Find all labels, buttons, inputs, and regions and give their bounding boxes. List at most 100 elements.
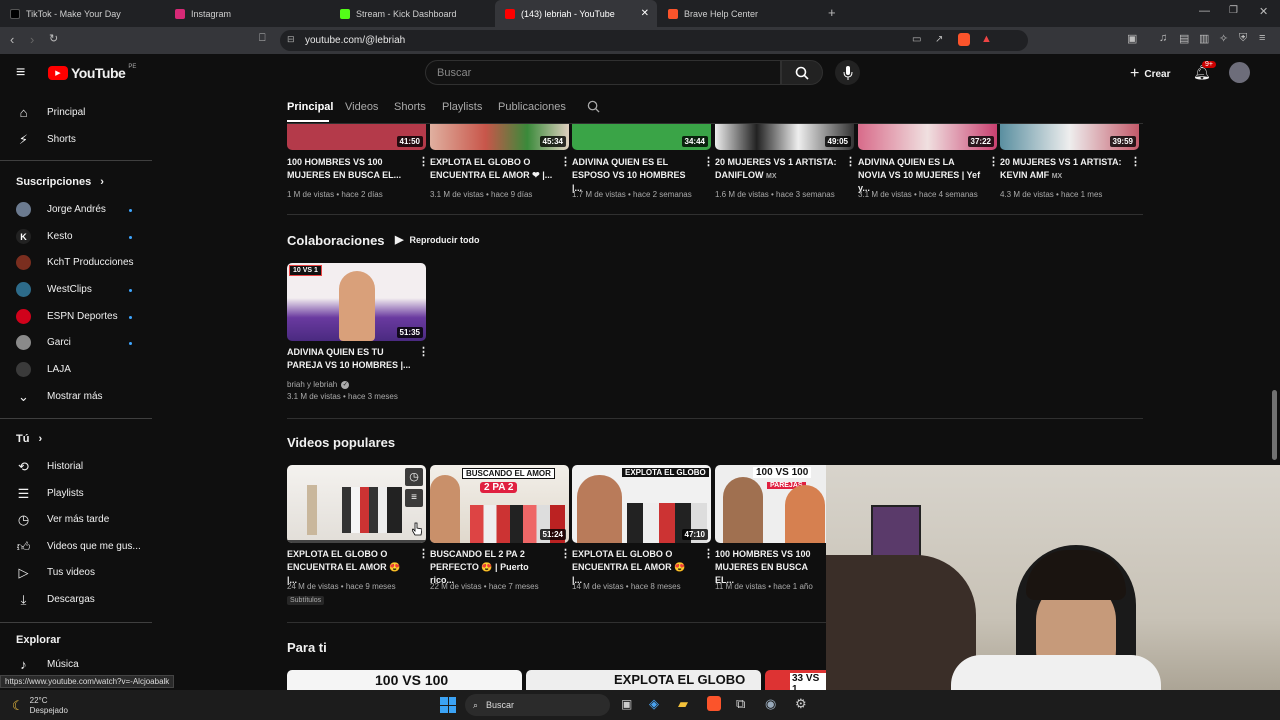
windows-start-icon[interactable]	[440, 697, 456, 713]
video-thumbnail[interactable]: 100 VS 100	[287, 670, 522, 690]
sidebar-sub-kesto[interactable]: K Kesto	[16, 229, 73, 244]
sidebar-sub-laja[interactable]: LAJA	[16, 362, 71, 377]
task-view-icon[interactable]: ▣	[621, 697, 632, 711]
show-more-button[interactable]: ⌄ Mostrar más	[16, 389, 103, 404]
video-thumbnail[interactable]: EXPLOTA EL GLOBO 47:10	[572, 465, 711, 543]
menu-icon[interactable]: ≡	[1259, 32, 1265, 44]
search-input[interactable]: Buscar	[425, 60, 781, 85]
browser-tab-youtube[interactable]: (143) lebriah - YouTube ✕	[495, 0, 657, 27]
sidebar-sub-kcht[interactable]: KchT Producciones	[16, 255, 134, 270]
sidebar-sub-jorge-andres[interactable]: Jorge Andrés	[16, 202, 106, 217]
wallet-icon[interactable]: ▥	[1199, 32, 1209, 45]
tab-videos[interactable]: Videos	[345, 101, 378, 113]
tab-shorts[interactable]: Shorts	[394, 101, 426, 113]
more-options-icon[interactable]: ⋮	[845, 155, 856, 168]
sidebar-item-historial[interactable]: ⟲ Historial	[16, 459, 83, 474]
more-options-icon[interactable]: ⋮	[703, 547, 714, 560]
watch-later-icon[interactable]: ◷	[405, 468, 423, 486]
avatar[interactable]	[1229, 62, 1250, 83]
video-thumbnail[interactable]: 33 VS 1	[765, 670, 826, 690]
video-title[interactable]: 20 MUJERES VS 1 ARTISTA: DANIFLOW MX	[715, 156, 840, 183]
voice-search-button[interactable]	[835, 60, 860, 85]
bookmark-icon[interactable]: ⎕	[259, 32, 266, 45]
sidebar-sub-espn[interactable]: ESPN Deportes	[16, 309, 118, 324]
browser-tab-brave[interactable]: Brave Help Center	[658, 0, 823, 27]
brave-taskbar-icon[interactable]	[707, 696, 721, 711]
maximize-icon[interactable]: ❐	[1229, 5, 1238, 16]
add-to-queue-icon[interactable]: ≡	[405, 489, 423, 507]
create-button[interactable]: + Crear	[1130, 65, 1170, 83]
video-title[interactable]: 20 MUJERES VS 1 ARTISTA: KEVIN AMF MX	[1000, 156, 1125, 183]
more-options-icon[interactable]: ⋮	[418, 345, 429, 358]
sidebar-item-shorts[interactable]: ⚡︎ Shorts	[16, 132, 76, 147]
taskbar-search[interactable]: ⌕ Buscar	[465, 694, 610, 716]
sidebar-item-principal[interactable]: ⌂ Principal	[16, 105, 86, 120]
more-options-icon[interactable]: ⋮	[560, 547, 571, 560]
more-options-icon[interactable]: ⋮	[418, 547, 429, 560]
sidebar-sub-westclips[interactable]: WestClips	[16, 282, 92, 297]
more-options-icon[interactable]: ⋮	[703, 155, 714, 168]
channel-search-icon[interactable]	[587, 100, 600, 113]
video-title[interactable]: ADIVINA QUIEN ES TU PAREJA VS 10 HOMBRES…	[287, 346, 412, 372]
settings-icon[interactable]: ⚙︎	[795, 696, 807, 712]
play-all-button[interactable]: ▶ Reproducir todo	[395, 233, 479, 246]
more-options-icon[interactable]: ⋮	[1130, 155, 1141, 168]
video-thumbnail[interactable]: 10 VS 1 51:35	[287, 263, 426, 341]
cast-icon[interactable]: ▭	[912, 34, 921, 45]
tab-playlists[interactable]: Playlists	[442, 101, 482, 113]
hamburger-menu-icon[interactable]: ≡	[16, 64, 25, 82]
video-thumbnail[interactable]: BUSCANDO EL AMOR 2 PA 2 51:24	[430, 465, 569, 543]
steam-icon[interactable]: ◉	[765, 696, 776, 712]
leo-ai-icon[interactable]: ✧	[1219, 32, 1228, 45]
video-thumbnail[interactable]: ◷ ≡	[287, 465, 426, 543]
share-icon[interactable]: ↗	[935, 34, 943, 45]
more-options-icon[interactable]: ⋮	[560, 155, 571, 168]
video-thumbnail[interactable]: 100 VS 100 PAREJAS	[715, 465, 826, 543]
video-thumbnail[interactable]: 49:05	[715, 124, 854, 150]
sidebar-item-playlists[interactable]: ☰ Playlists	[16, 486, 84, 501]
browser-tab-kick[interactable]: Stream - Kick Dashboard	[330, 0, 495, 27]
site-info-icon[interactable]: ⊟	[287, 34, 295, 45]
more-options-icon[interactable]: ⋮	[988, 155, 999, 168]
minimize-icon[interactable]: —	[1199, 5, 1210, 17]
new-tab-icon[interactable]: +	[828, 5, 836, 20]
copilot-icon[interactable]: ◈	[649, 696, 659, 712]
close-tab-icon[interactable]: ✕	[641, 8, 649, 19]
video-channel[interactable]: briah y lebriah ✓	[287, 380, 350, 389]
video-thumbnail[interactable]: EXPLOTA EL GLOBO	[526, 670, 761, 690]
notifications-button[interactable]: 🔔︎ 9+	[1193, 61, 1216, 82]
subscriptions-heading[interactable]: Suscripciones ›	[16, 176, 104, 188]
media-icon[interactable]: ♫	[1159, 32, 1167, 44]
address-bar[interactable]: ⊟ youtube.com/@lebriah ▭ ↗ ▲	[280, 30, 1028, 51]
video-thumbnail[interactable]: 39:59	[1000, 124, 1139, 150]
sidebar-item-ver-mas-tarde[interactable]: ◷ Ver más tarde	[16, 512, 109, 527]
browser-tab-instagram[interactable]: Instagram	[165, 0, 330, 27]
brave-rewards-icon[interactable]: ▲	[981, 33, 992, 45]
file-explorer-icon[interactable]: ▰	[678, 696, 688, 712]
browser-tab-tiktok[interactable]: TikTok - Make Your Day	[0, 0, 165, 27]
sidebar-toggle-icon[interactable]: ▣	[1127, 32, 1137, 45]
tab-publicaciones[interactable]: Publicaciones	[498, 101, 566, 113]
video-title[interactable]: EXPLOTA EL GLOBO O ENCUENTRA EL AMOR ❤ |…	[430, 156, 555, 182]
forward-icon[interactable]: ›	[30, 32, 34, 47]
video-thumbnail[interactable]: 34:44	[572, 124, 711, 150]
reload-icon[interactable]: ↻	[49, 32, 58, 45]
page-scrollbar-thumb[interactable]	[1272, 390, 1277, 460]
sidebar-item-liked-videos[interactable]: 👍︎ Videos que me gus...	[16, 539, 141, 554]
youtube-logo[interactable]: ▶ YouTube PE	[48, 64, 136, 81]
back-icon[interactable]: ‹	[10, 32, 14, 47]
tab-principal[interactable]: Principal	[287, 101, 333, 113]
sidebar-item-descargas[interactable]: ⤓ Descargas	[16, 592, 95, 607]
you-heading[interactable]: Tú ›	[16, 433, 42, 445]
sidebar-sub-garci[interactable]: Garci	[16, 335, 71, 350]
sidebar-item-tus-videos[interactable]: ▷ Tus videos	[16, 565, 95, 580]
brave-shields-icon[interactable]	[958, 33, 970, 46]
reading-list-icon[interactable]: ▤	[1179, 32, 1189, 45]
search-button[interactable]	[781, 60, 823, 85]
video-thumbnail[interactable]: 37:22	[858, 124, 997, 150]
more-options-icon[interactable]: ⋮	[418, 155, 429, 168]
weather-widget[interactable]: ☾ 22°C Despejado	[12, 696, 68, 716]
vpn-icon[interactable]: ⛨	[1239, 32, 1247, 45]
video-thumbnail[interactable]: 41:50	[287, 124, 426, 150]
video-thumbnail[interactable]: 45:34	[430, 124, 569, 150]
